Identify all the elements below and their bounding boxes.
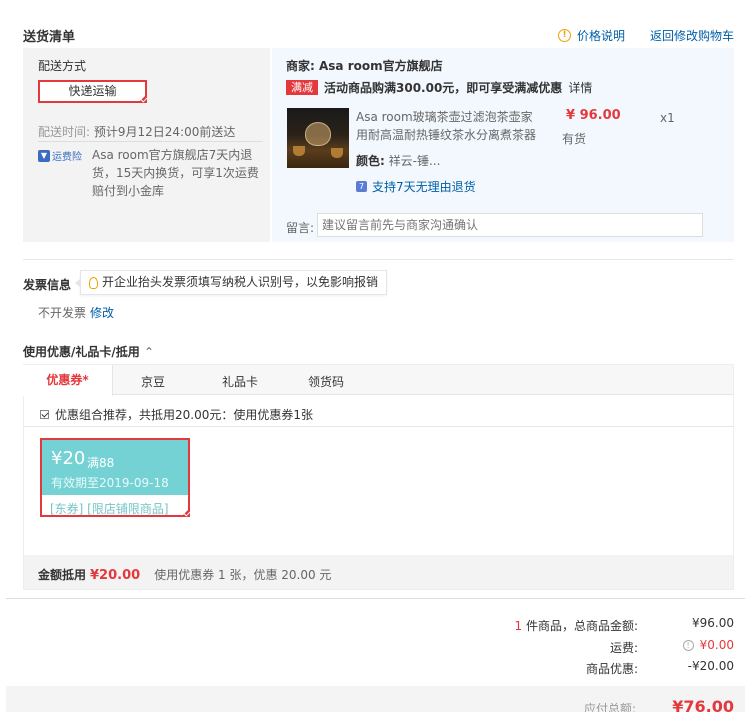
teapot-graphic (305, 122, 331, 146)
goods-total-value: ¥96.00 (692, 616, 734, 630)
insurance-badge-label: 运费险 (52, 152, 82, 163)
product-image[interactable] (287, 108, 349, 168)
checkbox[interactable] (40, 410, 49, 419)
goods-count-label: 1 件商品，总商品金额: (338, 617, 638, 634)
page-title: 送货清单 (23, 30, 76, 45)
coupon-summary-amount: ¥20.00 (90, 568, 141, 583)
shipping-insurance-badge: ▼ 运费险 (38, 148, 82, 163)
invoice-title: 发票信息 (23, 278, 72, 292)
price-info-link[interactable]: ! 价格说明 (558, 27, 625, 44)
delivery-time-value: 预计9月12日24:00前送达 (93, 125, 236, 139)
return-policy-badge: 7 支持7天无理由退货 (356, 178, 476, 195)
divider (23, 259, 734, 260)
divider (6, 598, 745, 599)
promo-tag: 满减 (286, 80, 318, 95)
tab-coupon[interactable]: 优惠券* (23, 365, 113, 396)
selected-check-icon (181, 508, 190, 517)
delivery-time: 配送时间: 预计9月12日24:00前送达 (38, 123, 235, 140)
product-color: 颜色: 祥云-锤... (356, 152, 440, 169)
promo-detail-link[interactable]: 详情 (568, 79, 592, 96)
return-policy-icon: 7 (356, 181, 367, 192)
invoice-edit-link[interactable]: 修改 (90, 304, 114, 321)
discount-label: 商品优惠: (585, 662, 638, 676)
shipping-fee-value: ¥0.00 (699, 638, 734, 652)
coupon-tags: [东券] [限店铺限商品] (50, 502, 169, 516)
tab-jingdou[interactable]: 京豆 (141, 373, 165, 390)
delivery-option-label: 快递运输 (68, 84, 117, 98)
promo-text: 活动商品购满300.00元，即可享受满减优惠 (324, 81, 563, 95)
coupon-combo-text: 优惠组合推荐，共抵用20.00元：使用优惠券1张 (55, 408, 313, 422)
coupon-section-title: 使用优惠/礼品卡/抵用 (23, 345, 140, 359)
back-to-cart-link[interactable]: 返回修改购物车 (650, 27, 734, 44)
payable-label: 应付总额: (583, 702, 636, 712)
coupon-summary-desc: 使用优惠券 1 张，优惠 20.00 元 (154, 568, 332, 582)
info-icon[interactable]: ! (682, 639, 694, 651)
product-name-link[interactable]: Asa room玻璃茶壶过滤泡茶壶家用耐高温耐热锤纹茶水分离煮茶器 (356, 108, 542, 144)
promo-row: 满减 活动商品购满300.00元，即可享受满减优惠 详情 (286, 79, 592, 96)
message-label: 留言: (286, 221, 315, 235)
delivery-method-label: 配送方式 (38, 59, 87, 73)
invoice-status: 不开发票 (38, 306, 87, 320)
merchant-name: 商家: Asa room官方旗舰店 (286, 57, 443, 74)
insurance-text: Asa room官方旗舰店7天内退货，15天内换货，可享1次运费赔付到小金库 (92, 148, 259, 198)
shipping-fee-label: 运费: (609, 641, 638, 655)
payable-value: ¥76.00 (672, 697, 734, 712)
teacup-graphic (331, 148, 343, 158)
teacup-graphic (293, 146, 305, 156)
coupon-section-toggle[interactable]: 使用优惠/礼品卡/抵用 ⌃ (23, 343, 154, 360)
tab-pickup-code[interactable]: 领货码 (308, 373, 344, 390)
product-color-value: 祥云-锤... (388, 154, 441, 168)
coupon-expiry: 有效期至2019-09-18 (51, 476, 169, 490)
merchant-label: 商家: (286, 59, 315, 73)
coupon-card[interactable]: ¥20 满88 有效期至2019-09-18 [东券] [限店铺限商品] (40, 438, 190, 517)
discount-value: -¥20.00 (687, 659, 734, 673)
coupon-condition: 满88 (87, 456, 115, 470)
message-input[interactable] (317, 213, 703, 237)
return-policy-text: 支持7天无理由退货 (372, 180, 476, 194)
merchant-value: Asa room官方旗舰店 (319, 59, 443, 73)
product-color-label: 颜色: (356, 154, 385, 168)
product-quantity: x1 (660, 111, 675, 125)
shipping-fee: ! ¥0.00 (682, 638, 734, 652)
goods-count-num: 1 (514, 619, 523, 633)
price-info-label[interactable]: 价格说明 (577, 27, 625, 44)
chevron-up-icon: ⌃ (143, 345, 155, 359)
coupon-tabs (24, 365, 733, 395)
shield-icon: ▼ (38, 149, 50, 162)
coupon-combo-option[interactable]: 优惠组合推荐，共抵用20.00元：使用优惠券1张 (40, 406, 313, 423)
selected-check-icon (138, 94, 147, 103)
tab-gift-card[interactable]: 礼品卡 (222, 373, 258, 390)
coupon-card-header: ¥20 满88 有效期至2019-09-18 (42, 440, 188, 495)
coupon-summary: 金额抵用 ¥20.00 使用优惠券 1 张，优惠 20.00 元 (38, 566, 331, 583)
info-icon: ! (558, 29, 571, 42)
goods-count-text: 件商品，总商品金额: (525, 619, 638, 633)
divider (24, 426, 733, 427)
coupon-summary-label: 金额抵用 (38, 568, 87, 582)
delivery-time-label: 配送时间: (38, 125, 91, 139)
product-price: ¥ 96.00 (566, 108, 621, 123)
invoice-tooltip: 开企业抬头发票须填写纳税人识别号，以免影响报销 (74, 270, 388, 295)
coupon-amount: ¥20 (51, 448, 86, 469)
invoice-tip-text: 开企业抬头发票须填写纳税人识别号，以免影响报销 (102, 275, 379, 289)
lightbulb-icon (89, 276, 98, 289)
delivery-option-express[interactable]: 快递运输 (38, 80, 147, 103)
delivery-panel (23, 48, 270, 242)
product-stock: 有货 (562, 132, 587, 146)
divider (38, 141, 263, 142)
